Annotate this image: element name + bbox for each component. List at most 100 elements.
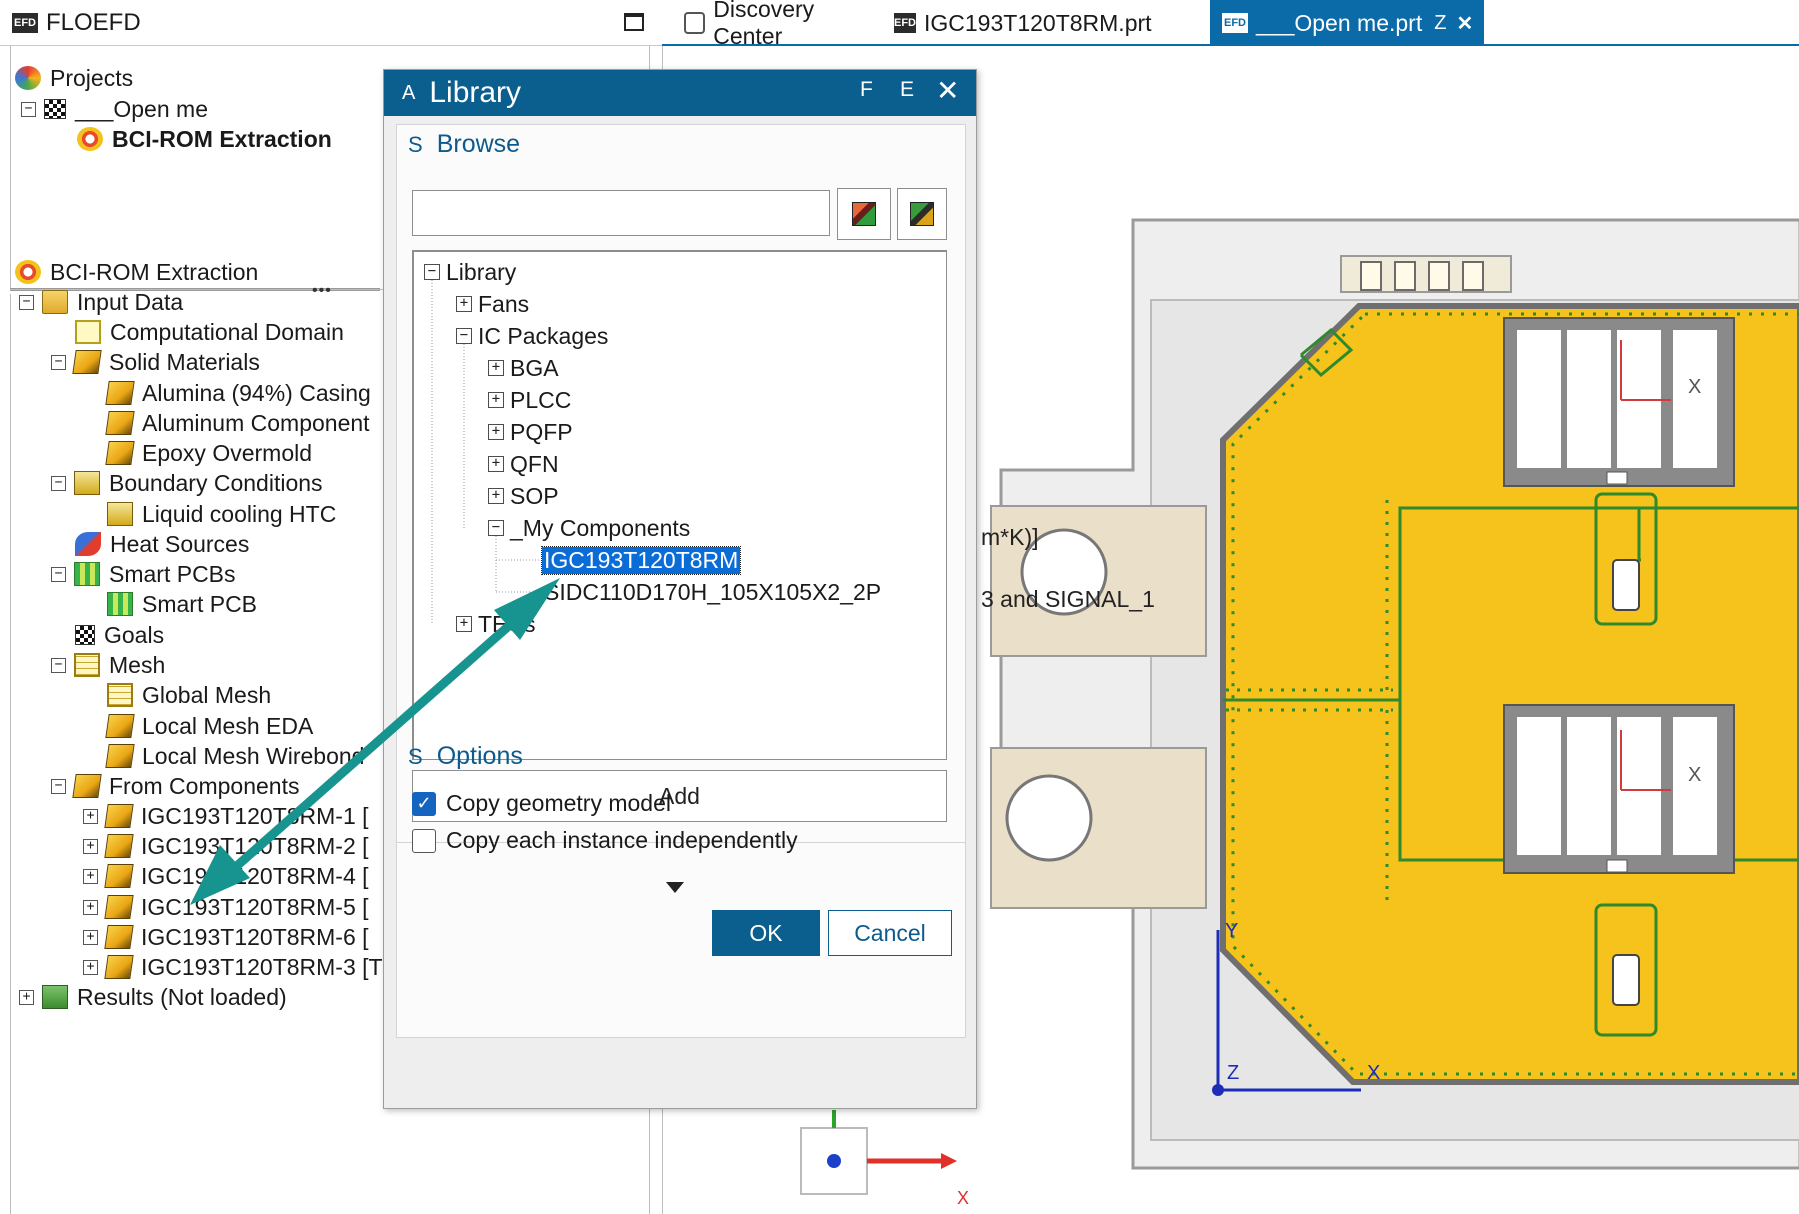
copy-instance-checkbox[interactable] xyxy=(412,828,436,853)
tree-item[interactable]: Liquid cooling HTC xyxy=(107,498,336,530)
options-section-header[interactable]: S Options xyxy=(408,742,523,771)
library-tree-item[interactable]: + PQFP xyxy=(488,416,573,448)
copy-geometry-checkbox[interactable]: ✓ xyxy=(412,791,436,816)
tree-item-label: Projects xyxy=(50,64,134,91)
tree-item[interactable]: + Results (Not loaded) xyxy=(19,981,287,1013)
tree-item[interactable]: − Smart PCBs xyxy=(51,558,236,590)
expand-icon[interactable]: + xyxy=(488,424,504,440)
collapse-icon[interactable]: − xyxy=(51,778,66,794)
expand-icon[interactable]: + xyxy=(83,808,98,824)
tree-item[interactable]: Heat Sources xyxy=(75,528,249,560)
library-open-button[interactable] xyxy=(897,188,947,240)
close-icon[interactable]: ✕ xyxy=(936,74,959,107)
tree-item[interactable]: Local Mesh Wirebond xyxy=(105,740,364,772)
library-tree[interactable]: − Library + Fans − IC Packages + BGA + P… xyxy=(412,250,947,760)
tree-item-open-me[interactable]: − ___Open me xyxy=(21,93,208,125)
tree-item-projects[interactable]: Projects xyxy=(15,62,133,94)
expand-icon[interactable]: + xyxy=(83,838,98,854)
browse-section-header[interactable]: S Browse xyxy=(408,130,520,159)
tree-item-label: BCI-ROM Extraction xyxy=(112,125,332,152)
section-title: Browse xyxy=(436,130,521,158)
tree-item[interactable]: + IGC193T120T8RM-5 [ xyxy=(83,891,369,923)
pane-title: FLOEFD xyxy=(46,8,141,36)
chip-component-upper xyxy=(1503,317,1735,487)
library-tree-item[interactable]: − Library xyxy=(424,256,516,288)
expand-icon[interactable]: + xyxy=(83,868,98,884)
library-search-input[interactable] xyxy=(412,190,830,236)
tree-item[interactable]: − Input Data xyxy=(19,286,183,318)
collapse-icon[interactable]: − xyxy=(51,566,66,582)
collapse-icon[interactable]: − xyxy=(21,101,36,117)
tree-item[interactable]: Computational Domain xyxy=(75,316,344,348)
tree-item[interactable]: Smart PCB xyxy=(107,588,257,620)
tree-item-label: Boundary Conditions xyxy=(109,469,323,496)
expand-icon[interactable]: + xyxy=(83,899,98,915)
library-tree-item[interactable]: SIDC110D170H_105X105X2_2P xyxy=(544,576,881,608)
collapse-icon[interactable]: − xyxy=(488,520,504,536)
tree-item-label: IGC193T120T8RM-2 [ xyxy=(141,832,369,859)
tree-item[interactable]: Goals xyxy=(75,619,164,651)
expand-icon[interactable]: + xyxy=(83,929,98,945)
collapse-icon[interactable]: − xyxy=(19,294,34,310)
tree-item[interactable]: Aluminum Component xyxy=(105,407,370,439)
tree-item[interactable]: + IGC193T120T8RM-6 [ xyxy=(83,921,369,953)
tree-item[interactable]: Epoxy Overmold xyxy=(105,437,313,469)
tree-item-bci-rom-study[interactable]: BCI-ROM Extraction xyxy=(77,123,332,155)
collapse-icon[interactable]: − xyxy=(51,354,66,370)
ok-button[interactable]: OK xyxy=(712,910,820,956)
dialog-button-e[interactable]: E xyxy=(900,78,914,102)
expand-icon[interactable]: + xyxy=(488,392,504,408)
library-tree-label: TECs xyxy=(478,610,536,637)
tab-open-me[interactable]: EFD ___Open me.prt Z ✕ xyxy=(1210,0,1484,46)
mesh-icon xyxy=(74,653,100,677)
domain-icon xyxy=(75,320,101,344)
expand-icon[interactable]: + xyxy=(19,989,34,1005)
cancel-button[interactable]: Cancel xyxy=(828,910,952,956)
local-mesh-icon xyxy=(105,744,135,768)
library-tree-item[interactable]: + BGA xyxy=(488,352,559,384)
library-tree-item[interactable]: + Fans xyxy=(456,288,529,320)
axis-label-y: Y xyxy=(1225,920,1239,942)
tree-item[interactable]: − Boundary Conditions xyxy=(51,467,323,499)
tree-item[interactable]: + IGC193T120T8RM-4 [ xyxy=(83,860,369,892)
tree-item[interactable]: − Solid Materials xyxy=(51,346,260,378)
close-icon[interactable]: ✕ xyxy=(1456,11,1473,36)
expand-icon[interactable]: + xyxy=(488,488,504,504)
library-tree-item-selected[interactable]: IGC193T120T8RM xyxy=(540,544,742,576)
dialog-button-f[interactable]: F xyxy=(860,78,873,102)
collapse-icon[interactable]: − xyxy=(51,657,66,673)
library-tree-item[interactable]: + QFN xyxy=(488,448,559,480)
expand-icon[interactable]: + xyxy=(488,456,504,472)
collapse-icon[interactable]: − xyxy=(456,328,472,344)
tab-igc-part[interactable]: EFD IGC193T120T8RM.prt xyxy=(882,0,1152,46)
tree-item[interactable]: + IGC193T120T8RM-2 [ xyxy=(83,830,369,862)
tab-discovery-center[interactable]: Discovery Center xyxy=(672,0,882,49)
tree-item[interactable]: Alumina (94%) Casing xyxy=(105,377,371,409)
add-library-button[interactable] xyxy=(837,188,891,240)
expand-more-icon[interactable] xyxy=(666,882,684,893)
axis-label-z: Z xyxy=(1227,1062,1240,1084)
tree-item[interactable]: − Mesh xyxy=(51,649,165,681)
copy-geometry-option[interactable]: ✓ Copy geometry model xyxy=(412,790,671,817)
dialog-header[interactable]: A Library F E ✕ xyxy=(384,70,976,116)
collapse-icon[interactable]: − xyxy=(51,475,66,491)
library-tree-item[interactable]: + SOP xyxy=(488,480,559,512)
expand-icon[interactable]: + xyxy=(456,616,472,632)
library-tree-item[interactable]: + PLCC xyxy=(488,384,571,416)
expand-icon[interactable]: + xyxy=(83,959,98,975)
tree-item[interactable]: + IGC193T120T8RM-1 [ xyxy=(83,800,369,832)
library-tree-item[interactable]: − IC Packages xyxy=(456,320,608,352)
library-tree-item[interactable]: − _My Components xyxy=(488,512,690,544)
expand-icon[interactable]: + xyxy=(456,296,472,312)
tree-item[interactable]: BCI-ROM Extraction xyxy=(15,256,258,288)
tree-item[interactable]: − From Components xyxy=(51,770,299,802)
tree-item-label: Epoxy Overmold xyxy=(142,439,313,466)
library-tree-label: BGA xyxy=(510,354,559,381)
collapse-icon[interactable]: − xyxy=(424,264,440,280)
tree-item[interactable]: Global Mesh xyxy=(107,679,271,711)
expand-icon[interactable]: + xyxy=(488,360,504,376)
copy-instance-option[interactable]: Copy each instance independently xyxy=(412,827,798,854)
tree-item[interactable]: Local Mesh EDA xyxy=(105,710,313,742)
maximize-icon[interactable] xyxy=(624,13,644,31)
library-tree-item[interactable]: + TECs xyxy=(456,608,536,640)
